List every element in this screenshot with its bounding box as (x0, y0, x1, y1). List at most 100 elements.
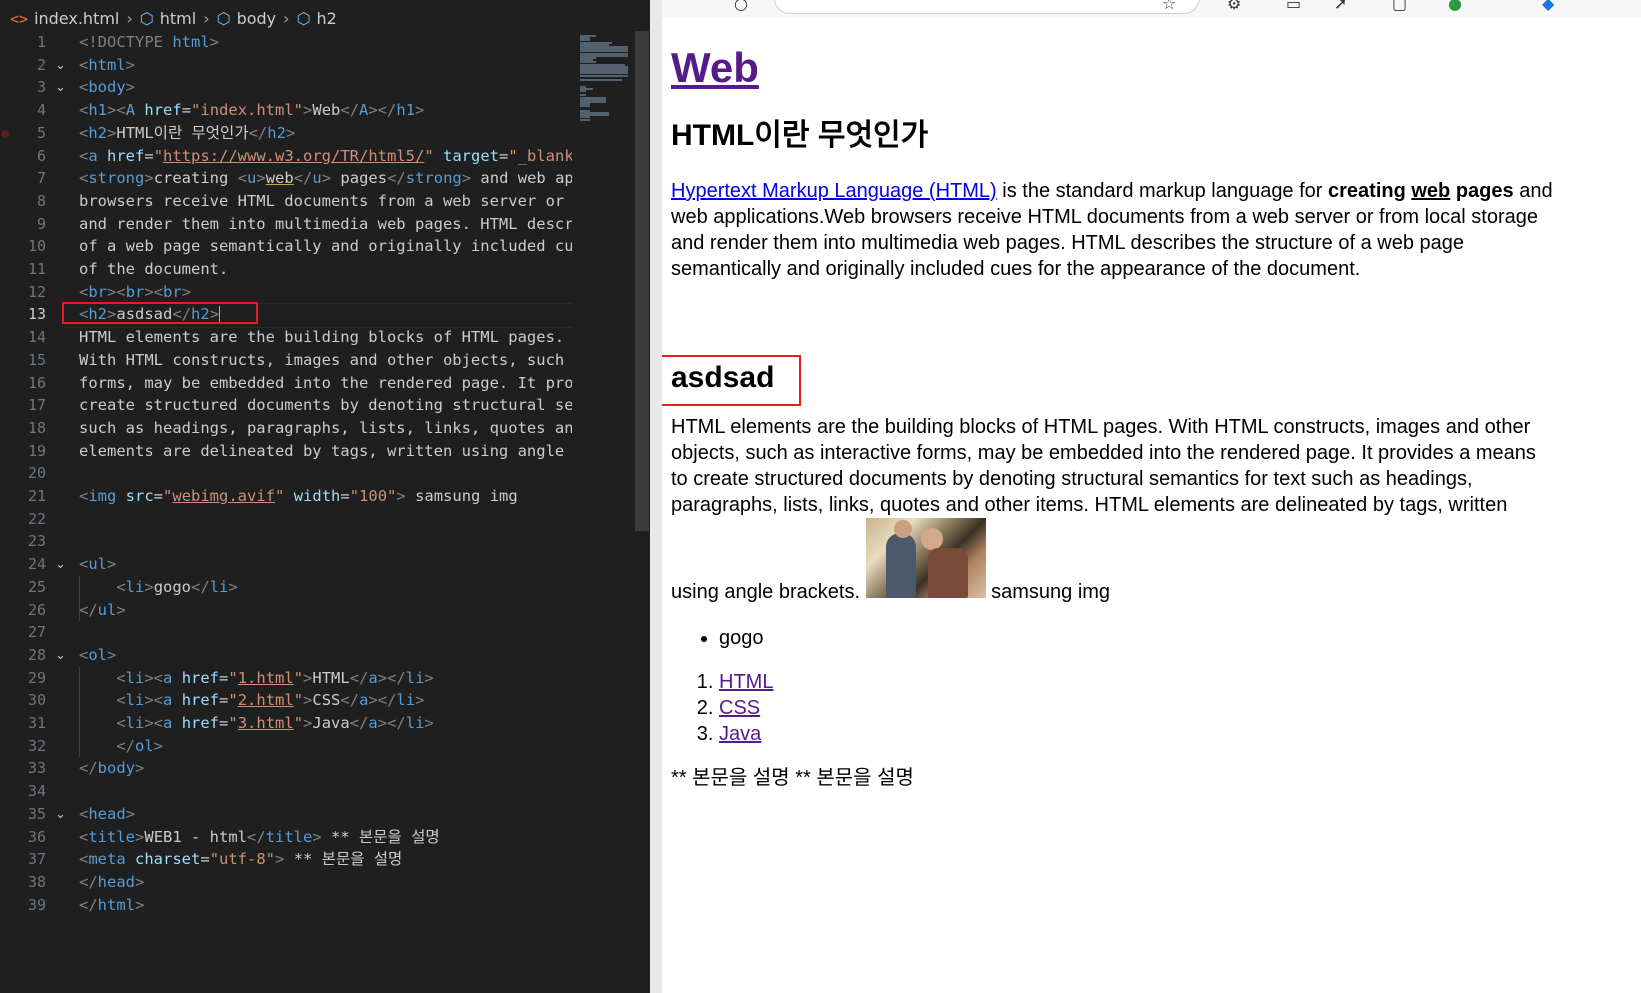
code-token: u (312, 169, 322, 188)
code-line[interactable]: </body> (79, 757, 144, 781)
code-line[interactable]: <h2>HTML이란 무엇인가</h2> (79, 122, 295, 146)
code-token: >< (107, 282, 126, 301)
code-line[interactable]: browsers receive HTML documents from a w… (79, 190, 583, 214)
code-token: < (79, 101, 89, 120)
code-token: " (293, 668, 304, 687)
line-number: 10 (27, 237, 46, 256)
underline-web: web (1411, 180, 1451, 202)
breadcrumb-file[interactable]: <> index.html (10, 9, 119, 28)
split-divider[interactable] (650, 0, 662, 993)
code-line[interactable]: With HTML constructs, images and other o… (79, 349, 583, 373)
star-icon[interactable]: ☆ (1162, 0, 1176, 13)
code-token: li (125, 577, 145, 596)
minimap[interactable] (572, 31, 634, 993)
collections-icon[interactable]: ▢ (1392, 0, 1407, 13)
settings-icon[interactable]: ⚙ (1227, 0, 1241, 13)
code-line[interactable]: <li><a href="1.html">HTML</a></li> (79, 667, 433, 691)
css-link[interactable]: CSS (719, 697, 760, 719)
code-line[interactable]: <!DOCTYPE html> (79, 31, 219, 55)
editor-scrollbar[interactable] (635, 31, 649, 531)
line-number: 1 (36, 33, 46, 51)
java-link[interactable]: Java (719, 723, 761, 745)
code-token: webimg.avif (172, 487, 276, 505)
browser-preview[interactable]: ○ ☆ ⚙ ▭ ➚ ▢ ● ◆ Web HTML이란 무엇인가 Hypertex… (662, 0, 1641, 993)
breadcrumb-h2[interactable]: ⬡ h2 (297, 9, 337, 28)
fold-chevron-icon[interactable]: ⌄ (55, 54, 66, 78)
code-token: < (79, 55, 89, 74)
line-number: 37 (27, 850, 46, 869)
code-line[interactable]: HTML elements are the building blocks of… (79, 326, 564, 350)
code-line[interactable]: <head> (79, 803, 135, 827)
code-token: < (79, 169, 89, 188)
fold-chevron-icon[interactable]: ⌄ (55, 644, 66, 668)
code-line[interactable]: </head> (79, 871, 144, 895)
code-line[interactable]: <img src="webimg.avif" width="100"> sams… (79, 485, 518, 509)
code-token: a (359, 691, 369, 710)
code-line[interactable]: <li><a href="2.html">CSS</a></li> (79, 689, 424, 713)
code-line[interactable]: <strong>creating <u>web</u> pages</stron… (79, 167, 583, 191)
browser-essentials-icon[interactable]: ● (1448, 0, 1462, 13)
code-line[interactable]: and render them into multimedia web page… (79, 213, 583, 237)
code-token: <!DOCTYPE (79, 33, 173, 51)
fold-chevron-icon[interactable]: ⌄ (55, 553, 66, 577)
code-line[interactable]: elements are delineated by tags, written… (79, 440, 583, 464)
body-text: HTML elements are the building blocks of… (671, 416, 1536, 603)
html-link[interactable]: HTML (719, 671, 773, 693)
code-token: > (396, 487, 406, 505)
code-line[interactable]: <html> (79, 54, 135, 78)
code-token: </ (248, 123, 268, 142)
breakpoint-icon[interactable] (1, 129, 9, 138)
code-token: > (303, 101, 313, 120)
split-screen-icon[interactable]: ▭ (1286, 0, 1301, 13)
breadcrumb-html[interactable]: ⬡ html (140, 9, 196, 28)
code-area[interactable]: 1 <!DOCTYPE html> 2 ⌄ <html> 3 ⌄ <body> 4 <h1><A … (0, 31, 600, 993)
code-line[interactable]: of a web page semantically and originall… (79, 235, 583, 259)
code-line[interactable]: <a href="https://www.w3.org/TR/html5/" t… (79, 145, 583, 169)
code-token: li (125, 668, 145, 687)
code-line[interactable]: </html> (79, 894, 144, 918)
line-number: 24 (27, 555, 46, 574)
code-token: < (79, 282, 89, 301)
code-line[interactable]: forms, may be embedded into the rendered… (79, 372, 583, 396)
code-line[interactable]: <title>WEB1 - html</title> ** 본문을 설명 (79, 826, 440, 850)
code-line[interactable]: <li>gogo</li> (79, 576, 237, 600)
fold-chevron-icon[interactable]: ⌄ (55, 803, 66, 827)
address-bar[interactable] (774, 0, 1200, 14)
breadcrumb-body[interactable]: ⬡ body (217, 9, 277, 28)
code-token: < (79, 555, 89, 574)
code-token: < (79, 78, 89, 97)
code-token: HTML elements are the building blocks of… (79, 328, 565, 347)
code-line[interactable]: <h1><A href="index.html">Web</A></h1> (79, 99, 424, 123)
code-token: > (181, 282, 192, 301)
code-line[interactable]: </ul> (79, 599, 126, 623)
code-token: </ (79, 895, 98, 914)
code-token: html (172, 33, 210, 51)
code-editor[interactable]: <> index.html › ⬡ html › ⬡ body › ⬡ h2 1… (0, 0, 650, 993)
hypertext-link[interactable]: Hypertext Markup Language (HTML) (671, 180, 997, 202)
code-line[interactable]: <meta charset="utf-8"> ** 본문을 설명 (79, 848, 402, 872)
code-line[interactable]: <ul> (79, 553, 116, 577)
code-line[interactable]: <ol> (79, 644, 116, 668)
fold-chevron-icon[interactable]: ⌄ (55, 76, 66, 100)
code-line[interactable]: of the document. (79, 258, 228, 282)
line-number: 7 (36, 169, 46, 188)
code-line[interactable]: </ol> (79, 735, 163, 759)
code-line[interactable]: such as headings, paragraphs, lists, lin… (79, 417, 583, 441)
copilot-icon[interactable]: ◆ (1542, 0, 1554, 13)
code-line[interactable]: <br><br><br> (79, 281, 191, 305)
refresh-icon[interactable]: ○ (734, 0, 748, 13)
code-line[interactable]: create structured documents by denoting … (79, 394, 583, 418)
web-link[interactable]: Web (671, 44, 759, 91)
code-token: " (424, 146, 434, 165)
code-token: 2.html (237, 691, 294, 710)
code-token: br (125, 282, 145, 301)
code-token: </ (247, 827, 266, 846)
code-token: Java (312, 714, 350, 732)
code-line[interactable]: <li><a href="3.html">Java</a></li> (79, 712, 433, 736)
code-token: > (285, 123, 296, 142)
extensions-icon[interactable]: ➚ (1334, 0, 1347, 13)
code-line[interactable]: <body> (79, 76, 135, 100)
code-token: li (396, 691, 416, 710)
line-number: 4 (36, 101, 46, 120)
code-token: body (97, 759, 135, 778)
